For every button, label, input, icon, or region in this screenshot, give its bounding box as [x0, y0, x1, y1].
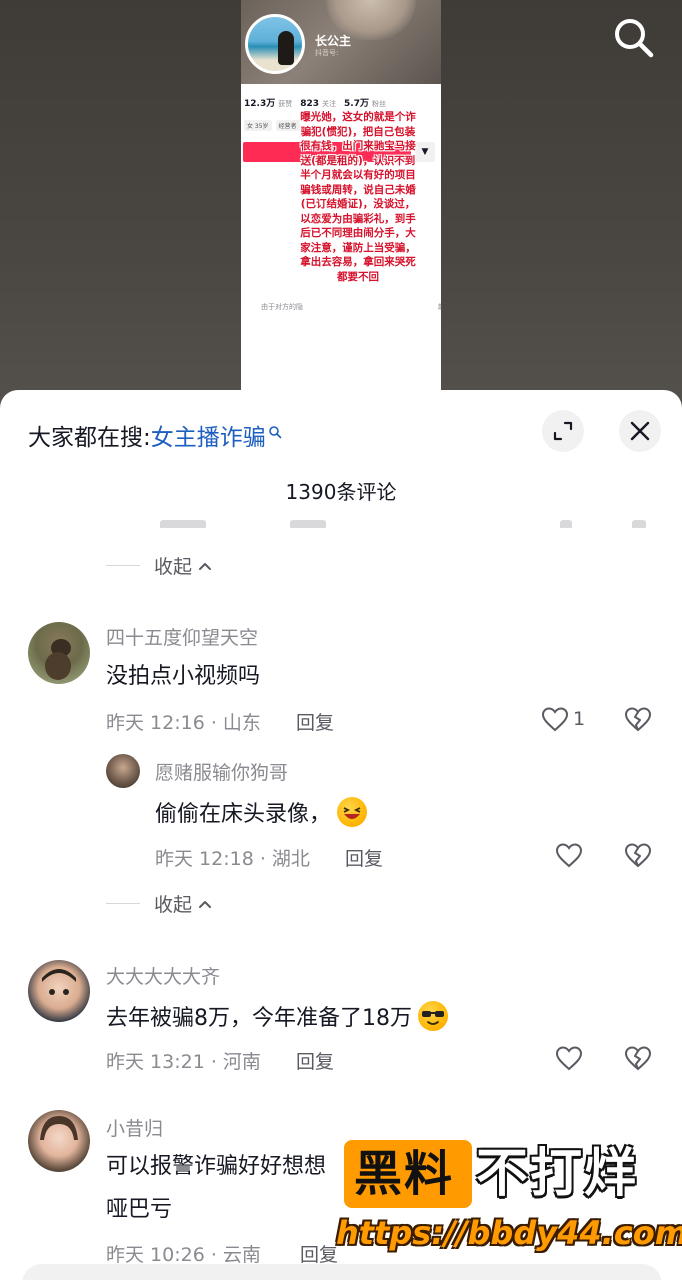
expand-icon[interactable]	[542, 410, 584, 452]
heart-icon[interactable]	[541, 706, 569, 734]
watermark-box-text: 黑料	[354, 1146, 455, 1202]
profile-avatar	[245, 14, 305, 74]
broken-heart-icon[interactable]	[624, 1045, 652, 1073]
divider-line	[106, 565, 140, 566]
comment-count: 1390条评论	[285, 480, 397, 504]
watermark-url: https://bbdy44.com	[336, 1214, 682, 1252]
comment-input-bar[interactable]	[22, 1264, 662, 1280]
comment-text-line2[interactable]: 哑巴亏	[106, 1195, 172, 1225]
profile-screenshot: 长公主 抖音号: 12.3万 获赞 823 关注 5.7万 粉丝 女 35岁 经营者 ▼ …	[241, 0, 441, 392]
profile-id: 抖音号:	[315, 49, 339, 57]
hot-search-prefix: 大家都在搜:	[28, 425, 151, 451]
followers-label: 粉丝	[371, 100, 386, 108]
reply-button[interactable]: 回复	[296, 708, 334, 735]
comment-username[interactable]: 四十五度仰望天空	[106, 623, 258, 650]
reply-text-content: 偷偷在床头录像，	[155, 802, 332, 827]
watermark-box: 黑料	[344, 1140, 472, 1208]
privacy-tip: 由于对方的隐 起	[261, 302, 441, 312]
comment-text-content: 去年被骗8万，今年准备了18万	[106, 1006, 412, 1031]
collapse-replies-button[interactable]: 收起	[106, 890, 212, 917]
following-label: 关注	[322, 100, 337, 108]
privacy-tip-end: 起	[438, 303, 441, 311]
like-count: 1	[573, 708, 586, 730]
reply-button[interactable]: 回复	[345, 844, 383, 871]
chevron-up-icon	[199, 900, 212, 908]
hot-search-bar[interactable]: 大家都在搜:女主播诈骗	[28, 418, 282, 452]
heart-icon[interactable]	[555, 1045, 583, 1073]
avatar[interactable]	[28, 1110, 90, 1172]
profile-stats: 12.3万 获赞 823 关注 5.7万 粉丝	[244, 96, 394, 109]
comment-time-location: 昨天 13:21 · 河南	[106, 1051, 261, 1073]
profile-name: 长公主	[315, 34, 352, 48]
likes-value: 12.3万	[244, 99, 276, 109]
avatar[interactable]	[28, 622, 90, 684]
laughing-emoji-icon	[337, 797, 368, 827]
scrolled-comment-remnant	[120, 520, 660, 528]
sunglasses-emoji-icon	[418, 1001, 448, 1031]
collapse-label: 收起	[154, 556, 193, 578]
privacy-tip-text: 由于对方的隐	[261, 303, 303, 311]
close-icon[interactable]	[619, 410, 661, 452]
collapse-label: 收起	[154, 894, 193, 916]
comment-time-location: 昨天 12:16 · 山东	[106, 712, 261, 734]
reply-text[interactable]: 偷偷在床头录像，	[155, 797, 368, 830]
comment-text[interactable]: 去年被骗8万，今年准备了18万	[106, 1001, 448, 1034]
broken-heart-icon[interactable]	[624, 706, 652, 734]
comment-username[interactable]: 小昔归	[106, 1114, 163, 1141]
likes-label: 获赞	[278, 100, 293, 108]
following-value: 823	[300, 99, 320, 109]
profile-tag: 女 35岁	[244, 120, 272, 131]
profile-tags: 女 35岁 经营者	[244, 120, 300, 131]
reply-time-location: 昨天 12:18 · 湖北	[155, 848, 310, 870]
comment-time-location: 昨天 10:26 · 云南	[106, 1244, 261, 1266]
hot-search-keyword[interactable]: 女主播诈骗	[151, 425, 266, 451]
broken-heart-icon[interactable]	[624, 842, 652, 870]
watermark: 黑料 不打烊 https://bbdy44.com	[336, 1140, 682, 1258]
avatar[interactable]	[28, 960, 90, 1022]
reply-button[interactable]: 回复	[296, 1047, 334, 1074]
collapse-replies-button[interactable]: 收起	[106, 552, 212, 579]
search-icon[interactable]	[610, 14, 656, 60]
avatar[interactable]	[106, 754, 140, 788]
watermark-side-text: 不打烊	[476, 1144, 639, 1204]
divider-line	[106, 903, 140, 904]
reply-username[interactable]: 愿赌服输你狗哥	[155, 758, 288, 785]
comment-text[interactable]: 没拍点小视频吗	[106, 662, 260, 692]
reply-button[interactable]: 回复	[300, 1240, 338, 1267]
profile-tag: 经营者	[275, 120, 300, 131]
heart-icon[interactable]	[555, 842, 583, 870]
comment-username[interactable]: 大大大大大齐	[106, 962, 220, 989]
search-small-icon	[268, 419, 282, 439]
chevron-up-icon	[199, 562, 212, 570]
comment-text-line1[interactable]: 可以报警诈骗好好想想	[106, 1152, 326, 1182]
scam-warning-overlay: 曝光她，这女的就是个诈骗犯(惯犯)，把自己包装很有钱，出门来驰宝马接送(都是租的…	[300, 111, 416, 283]
followers-value: 5.7万	[344, 99, 369, 109]
